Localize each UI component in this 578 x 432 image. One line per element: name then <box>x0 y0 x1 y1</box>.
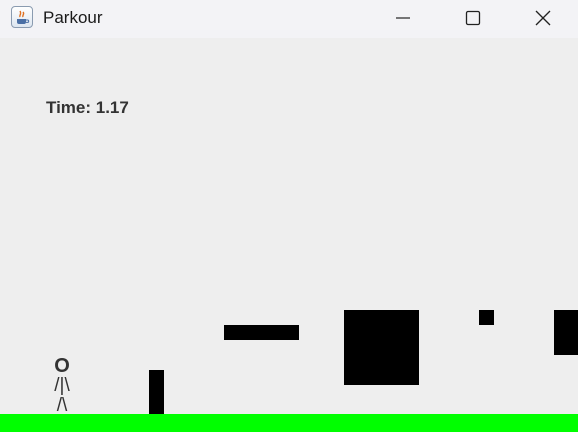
maximize-icon <box>465 10 481 26</box>
obstacle-edge-block <box>554 310 578 355</box>
maximize-button[interactable] <box>450 0 496 36</box>
player-body: /|\ <box>54 375 70 396</box>
player-head: O <box>54 355 70 377</box>
time-display: Time: 1.17 <box>46 98 129 117</box>
minimize-icon <box>396 17 410 19</box>
window-title: Parkour <box>43 8 103 27</box>
close-button[interactable] <box>520 0 566 36</box>
java-icon[interactable] <box>11 6 33 28</box>
ground <box>0 414 578 432</box>
player-legs: /\ <box>56 395 68 416</box>
obstacle-floating-platform <box>224 325 299 340</box>
obstacle-pillar <box>149 370 164 415</box>
title-bar[interactable]: Parkour <box>0 0 578 38</box>
obstacle-small-block <box>479 310 494 325</box>
obstacle-large-block <box>344 310 419 385</box>
close-icon <box>535 10 551 26</box>
player-stick-figure: O /|\ /\ <box>49 356 75 416</box>
minimize-button[interactable] <box>380 0 426 36</box>
